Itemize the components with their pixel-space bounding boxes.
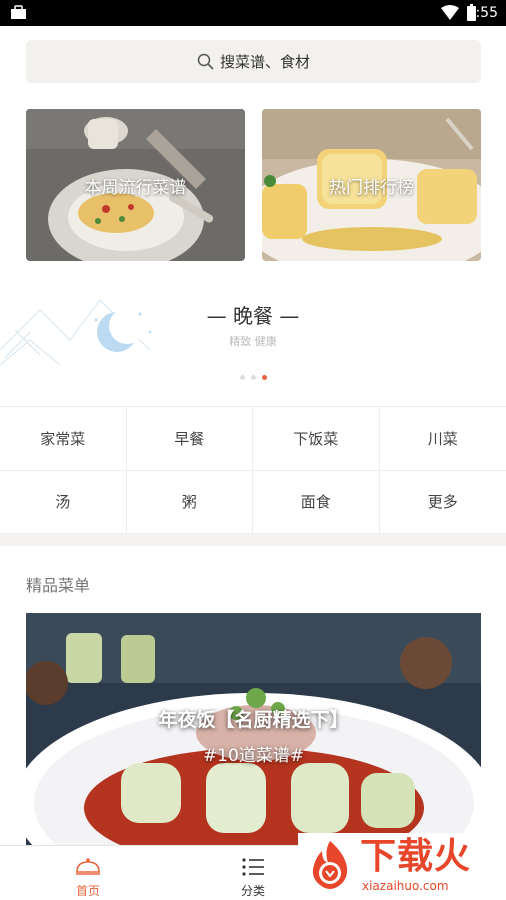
- list-icon: [242, 858, 264, 876]
- hot-ranking-label: 热门排行榜: [329, 178, 414, 198]
- section-title: 精品菜单: [26, 576, 91, 595]
- bag-icon: [11, 5, 26, 19]
- featured-menu-subtitle: #10道菜谱#: [202, 746, 305, 766]
- section-divider: [0, 534, 506, 546]
- watermark-brand: 下载火: [360, 836, 472, 877]
- search-label: 搜菜谱、食材: [219, 53, 310, 71]
- page-dot: [239, 375, 245, 380]
- category-breakfast[interactable]: 早餐: [126, 407, 253, 471]
- search-bar[interactable]: 搜菜谱、食材: [26, 40, 481, 83]
- search-icon: [197, 53, 214, 70]
- status-time: 2:55: [466, 5, 498, 21]
- category-grid: 家常菜 早餐 下饭菜 川菜 汤 粥 面食 更多: [0, 406, 506, 534]
- status-bar: 2:55: [0, 0, 506, 26]
- featured-menu-title: 年夜饭【名厨精选下】: [158, 709, 349, 731]
- chef-hat-icon: [76, 858, 100, 875]
- category-soup[interactable]: 汤: [0, 470, 127, 534]
- category-sichuan[interactable]: 川菜: [379, 407, 506, 471]
- featured-menu-card[interactable]: 年夜饭【名厨精选下】 #10道菜谱#: [26, 613, 481, 845]
- category-noodles[interactable]: 面食: [253, 470, 380, 534]
- tab-home[interactable]: 首页: [25, 846, 151, 900]
- flame-logo-icon: [312, 841, 348, 889]
- meal-title: — 晚餐 —: [206, 304, 300, 328]
- wifi-icon: [441, 5, 459, 20]
- hot-ranking-card[interactable]: 热门排行榜: [262, 109, 481, 261]
- watermark: 下载火 xiazaihuo.com: [298, 833, 506, 900]
- page-dot: [250, 375, 256, 380]
- category-more[interactable]: 更多: [379, 471, 506, 534]
- category-porridge[interactable]: 粥: [126, 470, 253, 534]
- meal-subtitle: 精致 健康: [229, 335, 277, 348]
- weekly-recipes-card[interactable]: 本周流行菜谱: [26, 109, 245, 261]
- watermark-url: xiazaihuo.com: [362, 879, 449, 893]
- meal-banner[interactable]: — 晚餐 — 精致 健康: [0, 270, 506, 400]
- page-dot-active: [261, 375, 267, 380]
- category-home-cooking[interactable]: 家常菜: [0, 407, 127, 471]
- category-rice-dishes[interactable]: 下饭菜: [253, 407, 380, 471]
- banner-page-indicator: [0, 375, 506, 380]
- weekly-recipes-label: 本周流行菜谱: [84, 178, 187, 198]
- tab-home-label: 首页: [75, 884, 100, 898]
